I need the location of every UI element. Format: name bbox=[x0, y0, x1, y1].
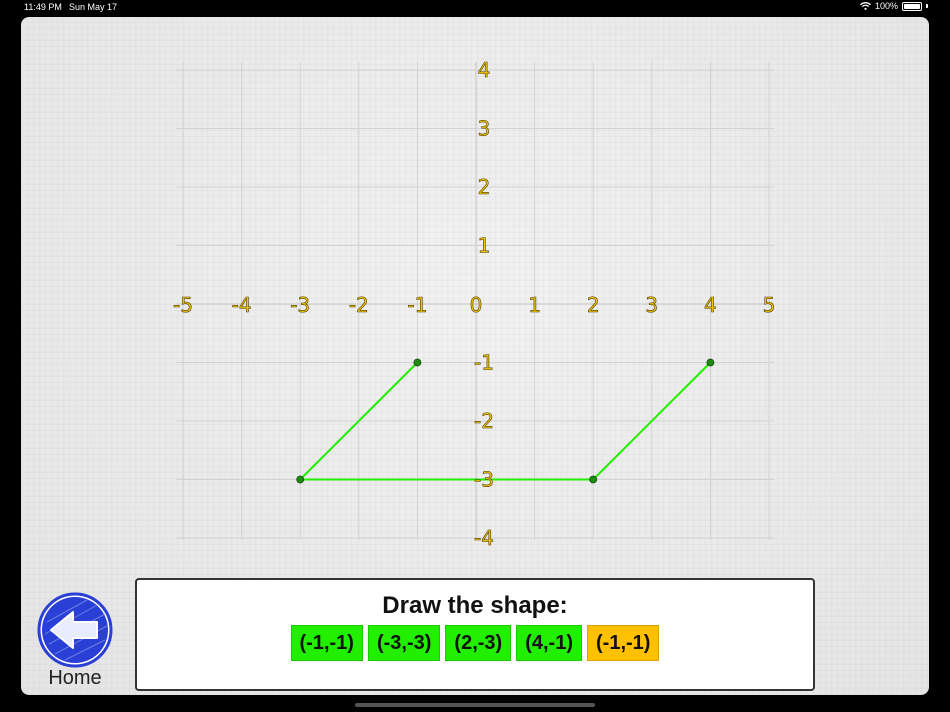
status-date: Sun May 17 bbox=[69, 2, 118, 12]
point-chip[interactable]: (-1,-1) bbox=[290, 625, 363, 661]
battery-cap bbox=[926, 4, 928, 8]
battery-fill bbox=[904, 3, 920, 9]
y-tick-label: -3 bbox=[474, 468, 494, 492]
y-tick-label: -1 bbox=[474, 351, 494, 375]
app-screen: -5 -4 -3 -2 -1 0 1 2 3 4 5 4 3 2 1 -1 -2 -3 -4 Home Draw t… bbox=[21, 17, 929, 695]
x-tick-label: 1 bbox=[528, 293, 541, 317]
battery-icon bbox=[902, 1, 922, 11]
x-tick-label: 5 bbox=[763, 293, 776, 317]
plotted-point bbox=[413, 358, 422, 367]
x-tick-label: 2 bbox=[587, 293, 600, 317]
point-chip[interactable]: (4,-1) bbox=[516, 625, 583, 661]
x-tick-label: 4 bbox=[704, 293, 717, 317]
status-bar: 11:49 PM Sun May 17 100% bbox=[0, 0, 950, 16]
y-tick-label: 3 bbox=[478, 117, 491, 141]
back-arrow-icon bbox=[37, 592, 113, 668]
status-time: 11:49 PM bbox=[24, 2, 62, 12]
x-tick-label: -1 bbox=[407, 293, 427, 317]
points-list: (-1,-1) (-3,-3) (2,-3) (4,-1) (-1,-1) bbox=[137, 625, 813, 661]
status-indicators: 100% bbox=[860, 1, 928, 11]
home-button[interactable]: Home bbox=[37, 592, 113, 689]
y-tick-label: -4 bbox=[474, 526, 494, 550]
home-indicator bbox=[355, 703, 595, 707]
x-tick-label: 3 bbox=[645, 293, 658, 317]
plotted-point bbox=[296, 475, 305, 484]
x-tick-label: -2 bbox=[349, 293, 369, 317]
coordinate-grid[interactable]: -5 -4 -3 -2 -1 0 1 2 3 4 5 4 3 2 1 -1 -2 -3 -4 bbox=[21, 17, 929, 577]
point-chip[interactable]: (2,-3) bbox=[445, 625, 512, 661]
x-tick-label: -5 bbox=[173, 293, 193, 317]
y-tick-label: 1 bbox=[478, 234, 491, 258]
plotted-point bbox=[706, 358, 715, 367]
point-chip[interactable]: (-3,-3) bbox=[367, 625, 441, 661]
battery-percent: 100% bbox=[874, 1, 898, 11]
y-tick-label: 4 bbox=[478, 58, 491, 82]
instruction-title: Draw the shape: bbox=[382, 592, 568, 619]
point-chip-current[interactable]: (-1,-1) bbox=[587, 625, 660, 661]
plotted-point bbox=[589, 475, 598, 484]
wifi-icon bbox=[860, 2, 871, 10]
x-tick-label: -3 bbox=[290, 293, 310, 317]
instruction-panel: Draw the shape: (-1,-1) (-3,-3) (2,-3) (… bbox=[135, 578, 815, 691]
y-tick-label: 2 bbox=[478, 175, 491, 199]
home-label: Home bbox=[48, 667, 102, 689]
y-tick-label: -2 bbox=[474, 409, 494, 433]
x-tick-label: -4 bbox=[232, 293, 252, 317]
x-tick-label: 0 bbox=[470, 293, 483, 317]
